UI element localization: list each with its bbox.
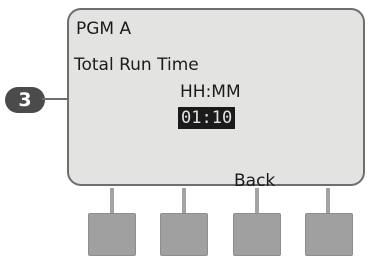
- back-button[interactable]: [233, 213, 281, 256]
- softkey-3-stem: [255, 188, 259, 214]
- run-time-label: Total Run Time: [74, 55, 199, 75]
- softkey-1-button[interactable]: [88, 213, 136, 256]
- softkey-2-stem: [182, 188, 186, 214]
- callout-line: [42, 98, 68, 100]
- run-time-value[interactable]: 01:10: [178, 107, 236, 129]
- softkey-4-button[interactable]: [305, 213, 353, 256]
- softkey-4-stem: [326, 188, 330, 214]
- time-format-label: HH:MM: [180, 82, 241, 102]
- step-number-badge: 3: [5, 87, 45, 113]
- softkey-2-button[interactable]: [160, 213, 208, 256]
- lcd-display: PGM A Total Run Time HH:MM 01:10 Back: [67, 8, 365, 191]
- softkey-1-stem: [110, 188, 114, 214]
- program-title: PGM A: [76, 19, 132, 39]
